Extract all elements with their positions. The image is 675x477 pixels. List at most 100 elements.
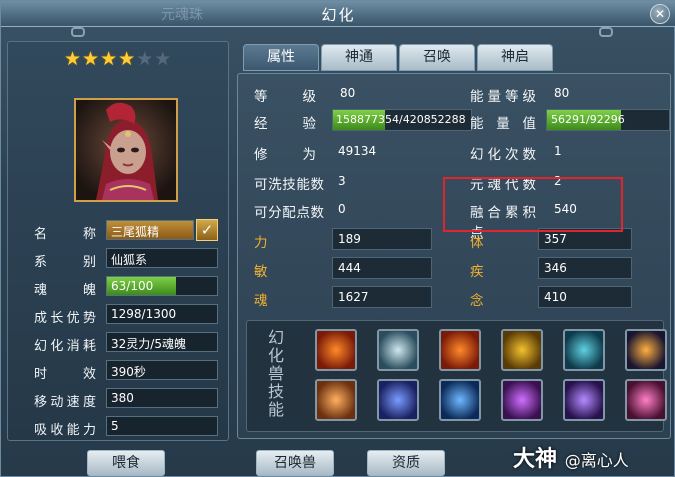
- strength-value: 189: [332, 228, 432, 250]
- soul-attr-row: 魂 1627: [254, 286, 454, 310]
- chain-ornament-icon: [599, 27, 613, 37]
- cost-row: 幻化消耗 32灵力/5魂魄: [34, 332, 224, 354]
- star-filled-icon: ★: [82, 48, 101, 70]
- agility-value: 444: [332, 257, 432, 279]
- growth-row: 成长优势 1298/1300: [34, 304, 224, 326]
- soul-value: 63/100: [111, 279, 154, 293]
- cultivation-row: 修为 49134: [254, 140, 454, 164]
- tab-summon[interactable]: 召唤: [399, 44, 475, 71]
- soul-label: 魂魄: [34, 283, 96, 298]
- watermark-brand: 大神: [513, 447, 558, 472]
- soul-attr-label: 魂: [254, 293, 268, 309]
- agility-row: 敏 444: [254, 257, 454, 281]
- level-value: 80: [340, 86, 356, 100]
- exp-bar: 158877354/420852288: [332, 109, 472, 131]
- window-title: 幻化: [321, 6, 356, 24]
- absorb-label: 吸收能力: [34, 423, 96, 438]
- energy-bar: 56291/92296: [546, 109, 670, 131]
- absorb-value: 5: [106, 416, 218, 436]
- energy-row: 能量值 56291/92296: [470, 109, 670, 133]
- series-label: 系别: [34, 255, 96, 270]
- blue-rune-icon[interactable]: [377, 379, 419, 421]
- chain-ornament-icon: [71, 27, 85, 37]
- star-filled-icon: ★: [100, 48, 119, 70]
- duration-label: 时效: [34, 367, 96, 382]
- highlight-box: [443, 177, 623, 232]
- free-points-row: 可分配点数 0: [254, 198, 454, 222]
- strength-row: 力 189: [254, 228, 454, 252]
- transform-count-label: 幻化次数: [470, 147, 536, 163]
- huanhua-window: 元魂珠 幻化 ✕ ★★★★★★ 名称 三尾狐精 ✓ 系别 仙狐系 魂魄 63/1…: [0, 0, 675, 477]
- watermark: 大神 @离心人: [513, 441, 629, 473]
- tab-divine-power[interactable]: 神通: [321, 44, 397, 71]
- pet-name-field[interactable]: 三尾狐精: [106, 220, 194, 240]
- swiftness-label: 疾: [470, 264, 484, 280]
- attributes-panel: 等级 80 能量等级 80 经验 158877354/420852288 能量值…: [237, 73, 671, 439]
- feed-button[interactable]: 喂食: [87, 450, 165, 476]
- series-row: 系别 仙狐系: [34, 248, 224, 270]
- level-label: 等级: [254, 89, 316, 105]
- mind-row: 念 410: [470, 286, 670, 310]
- energy-label: 能量值: [470, 116, 536, 132]
- absorb-row: 吸收能力 5: [34, 416, 224, 438]
- speed-value: 380: [106, 388, 218, 408]
- watermark-user: @离心人: [564, 451, 629, 470]
- fire-swirl-icon[interactable]: [439, 329, 481, 371]
- swiftness-row: 疾 346: [470, 257, 670, 281]
- energy-value: 56291/92296: [551, 113, 625, 126]
- water-ring-icon[interactable]: [563, 329, 605, 371]
- free-points-label: 可分配点数: [254, 205, 324, 221]
- strength-label: 力: [254, 235, 268, 251]
- fire-swirl-icon[interactable]: [315, 329, 357, 371]
- cultivation-label: 修为: [254, 147, 316, 163]
- transform-count-row: 幻化次数 1: [470, 140, 670, 164]
- name-label: 名称: [34, 227, 96, 242]
- growth-value: 1298/1300: [106, 304, 218, 324]
- pink-rune-icon[interactable]: [625, 379, 667, 421]
- violet-shield-icon[interactable]: [563, 379, 605, 421]
- rename-confirm-checkbox[interactable]: ✓: [196, 219, 218, 241]
- washable-skills-value: 3: [338, 174, 346, 188]
- tab-attributes[interactable]: 属性: [243, 44, 319, 71]
- tab-divine-revelation[interactable]: 神启: [477, 44, 553, 71]
- orange-rune-icon[interactable]: [315, 379, 357, 421]
- growth-label: 成长优势: [34, 311, 96, 326]
- speed-row: 移动速度 380: [34, 388, 224, 410]
- name-row: 名称 三尾狐精 ✓: [34, 219, 224, 242]
- star-filled-icon: ★: [118, 48, 137, 70]
- pet-skills-panel: 幻化兽技能: [246, 320, 667, 432]
- qualification-button[interactable]: 资质: [367, 450, 445, 476]
- exp-value: 158877354/420852288: [336, 113, 466, 126]
- close-button[interactable]: ✕: [650, 4, 670, 24]
- washable-skills-row: 可洗技能数 3: [254, 170, 454, 194]
- energy-level-value: 80: [554, 86, 570, 100]
- star-rating: ★★★★★★: [64, 48, 172, 70]
- duration-row: 时效 390秒: [34, 360, 224, 382]
- level-row: 等级 80: [254, 82, 454, 106]
- soul-attr-value: 1627: [332, 286, 432, 308]
- blue-shield-rune-icon[interactable]: [439, 379, 481, 421]
- star-filled-icon: ★: [64, 48, 83, 70]
- cost-label: 幻化消耗: [34, 339, 96, 354]
- star-empty-icon: ★: [136, 48, 155, 70]
- star-empty-icon: ★: [154, 48, 173, 70]
- pet-portrait: [74, 98, 178, 202]
- wind-vortex-icon[interactable]: [377, 329, 419, 371]
- constitution-label: 体: [470, 235, 484, 251]
- soul-row: 魂魄 63/100: [34, 276, 224, 298]
- free-points-value: 0: [338, 202, 346, 216]
- purple-rune-icon[interactable]: [501, 379, 543, 421]
- skills-label: 幻化兽技能: [265, 329, 284, 419]
- series-value: 仙狐系: [106, 248, 218, 268]
- speed-label: 移动速度: [34, 395, 96, 410]
- exp-row: 经验 158877354/420852288: [254, 109, 474, 133]
- exp-label: 经验: [254, 116, 316, 132]
- cultivation-value: 49134: [338, 144, 377, 158]
- title-bar[interactable]: 元魂珠 幻化 ✕: [1, 1, 675, 27]
- summon-beast-button[interactable]: 召唤兽: [256, 450, 334, 476]
- meteor-icon[interactable]: [625, 329, 667, 371]
- mind-label: 念: [470, 293, 484, 309]
- transform-count-value: 1: [554, 144, 562, 158]
- mind-value: 410: [538, 286, 632, 308]
- golden-dragon-icon[interactable]: [501, 329, 543, 371]
